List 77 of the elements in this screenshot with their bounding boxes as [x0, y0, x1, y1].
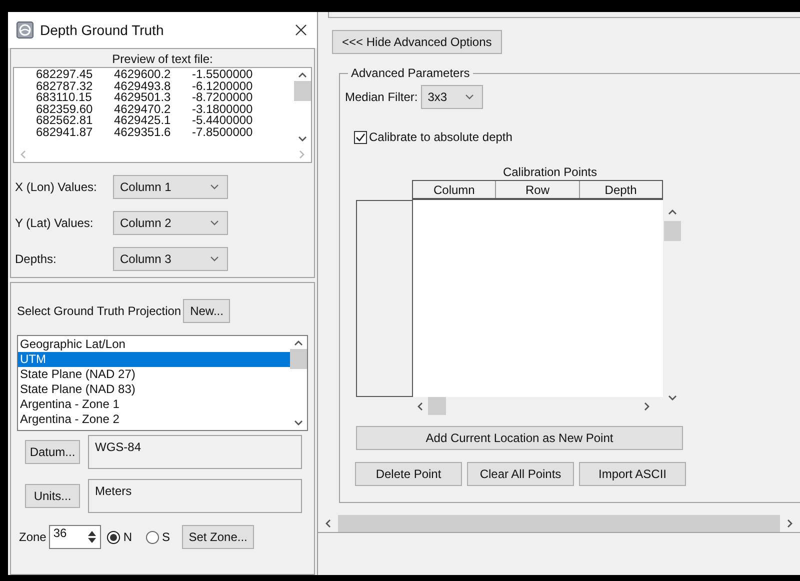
group-title: Advanced Parameters — [348, 66, 473, 80]
field-label: Zone — [19, 529, 46, 546]
app-icon — [16, 21, 34, 39]
preview-cell-text: -5.4400000 — [192, 115, 254, 126]
zone-spinner[interactable]: 36 — [49, 525, 102, 549]
spinner-arrows-icon[interactable] — [87, 530, 98, 544]
button[interactable]: Add Current Location as New Point — [356, 426, 683, 450]
preview-cell-text: 682562.81 — [36, 115, 94, 126]
button[interactable]: New... — [183, 299, 230, 323]
preview-cell-text: 4629600.2 — [114, 69, 172, 80]
text-field[interactable]: WGS-84 — [88, 435, 302, 469]
column-header[interactable]: Column — [413, 181, 496, 198]
preview-cell-text: -3.1800000 — [192, 104, 254, 115]
chevron-up-icon[interactable] — [668, 209, 676, 215]
field-label: Median Filter: — [345, 89, 418, 106]
dropdown[interactable]: 3x3 — [420, 85, 483, 109]
preview-cell-text: 682787.32 — [36, 80, 94, 92]
preview-title: Preview of text file: — [111, 51, 214, 67]
button[interactable]: Units... — [25, 484, 80, 508]
preview-cell-text: 682359.60 — [36, 104, 94, 115]
list-item[interactable]: UTM — [18, 352, 290, 367]
chevron-up-icon[interactable] — [294, 340, 303, 346]
scroll-thumb[interactable] — [290, 349, 307, 369]
chevron-down-icon[interactable] — [298, 136, 307, 142]
list-item[interactable]: Argentina - Zone 2 — [18, 412, 290, 427]
text-field[interactable]: Meters — [88, 479, 302, 513]
preview-cell-text: 682941.87 — [36, 126, 94, 138]
projection-list[interactable]: Geographic Lat/Lon UTM State Plane (NAD 27) State Plane (NAD 83) Argentina - Zone 1 Argentina - Zone 2 — [17, 335, 308, 431]
chevron-down-icon — [210, 220, 219, 226]
preview-cell-text: -6.1200000 — [192, 80, 254, 92]
dropdown[interactable]: Column 2 — [113, 211, 228, 235]
preview-cell-text: 4629470.2 — [114, 104, 172, 115]
column-header[interactable]: Row — [496, 181, 580, 198]
preview-cell-text: 683110.15 — [36, 92, 93, 104]
chevron-down-icon[interactable] — [294, 420, 303, 426]
preview-cell-text: -1.5500000 — [192, 69, 254, 80]
table-title: Calibration Points — [502, 165, 598, 179]
chevron-down-icon[interactable] — [668, 395, 676, 401]
scroll-thumb[interactable] — [338, 514, 780, 532]
scroll-thumb[interactable] — [294, 81, 311, 101]
button[interactable]: Import ASCII — [579, 462, 686, 486]
button[interactable]: Clear All Points — [467, 462, 574, 486]
scroll-thumb[interactable] — [664, 221, 680, 241]
field-label: X (Lon) Values: — [14, 179, 98, 196]
list-item[interactable]: Geographic Lat/Lon — [18, 337, 290, 352]
button[interactable]: Delete Point — [355, 462, 462, 486]
list-item[interactable]: State Plane (NAD 27) — [18, 367, 290, 382]
list-item[interactable]: State Plane (NAD 83) — [18, 382, 290, 397]
column-header[interactable]: Depth — [580, 181, 662, 198]
button[interactable]: Set Zone... — [182, 525, 254, 549]
button[interactable]: Datum... — [25, 440, 80, 464]
preview-cell-text: 4629425.1 — [114, 115, 172, 126]
preview-cell-text: 682297.45 — [36, 69, 94, 80]
preview-cell-text: 4629351.6 — [114, 126, 172, 138]
list-item[interactable]: Argentina - Zone 1 — [18, 397, 290, 412]
chevron-up-icon[interactable] — [298, 72, 307, 78]
section-label: Select Ground Truth Projection — [17, 303, 182, 320]
window-title: Depth Ground Truth — [40, 20, 165, 40]
preview-cell-text: 4629493.8 — [114, 80, 172, 92]
checkbox[interactable]: Calibrate to absolute depth — [354, 128, 512, 146]
dropdown[interactable]: Column 1 — [113, 175, 228, 199]
field-label: Depths: — [14, 251, 58, 268]
radio-circle-icon[interactable] — [107, 530, 120, 544]
radio-button[interactable]: S — [146, 528, 170, 546]
dropdown[interactable]: Column 3 — [113, 247, 228, 271]
preview-cell-text: -7.8500000 — [192, 126, 254, 138]
close-icon[interactable] — [295, 24, 307, 36]
chevron-down-icon — [210, 256, 219, 262]
field-label: Y (Lat) Values: — [14, 215, 94, 232]
chevron-down-icon — [464, 94, 474, 100]
scroll-thumb[interactable] — [428, 397, 446, 415]
preview-cell-text: -8.7200000 — [192, 92, 254, 104]
button[interactable]: <<< Hide Advanced Options — [332, 30, 502, 54]
radio-button[interactable]: N — [107, 528, 132, 546]
preview-cell-text: 4629501.3 — [114, 92, 172, 104]
chevron-down-icon — [210, 184, 219, 190]
checkbox-box-icon[interactable] — [354, 130, 367, 144]
